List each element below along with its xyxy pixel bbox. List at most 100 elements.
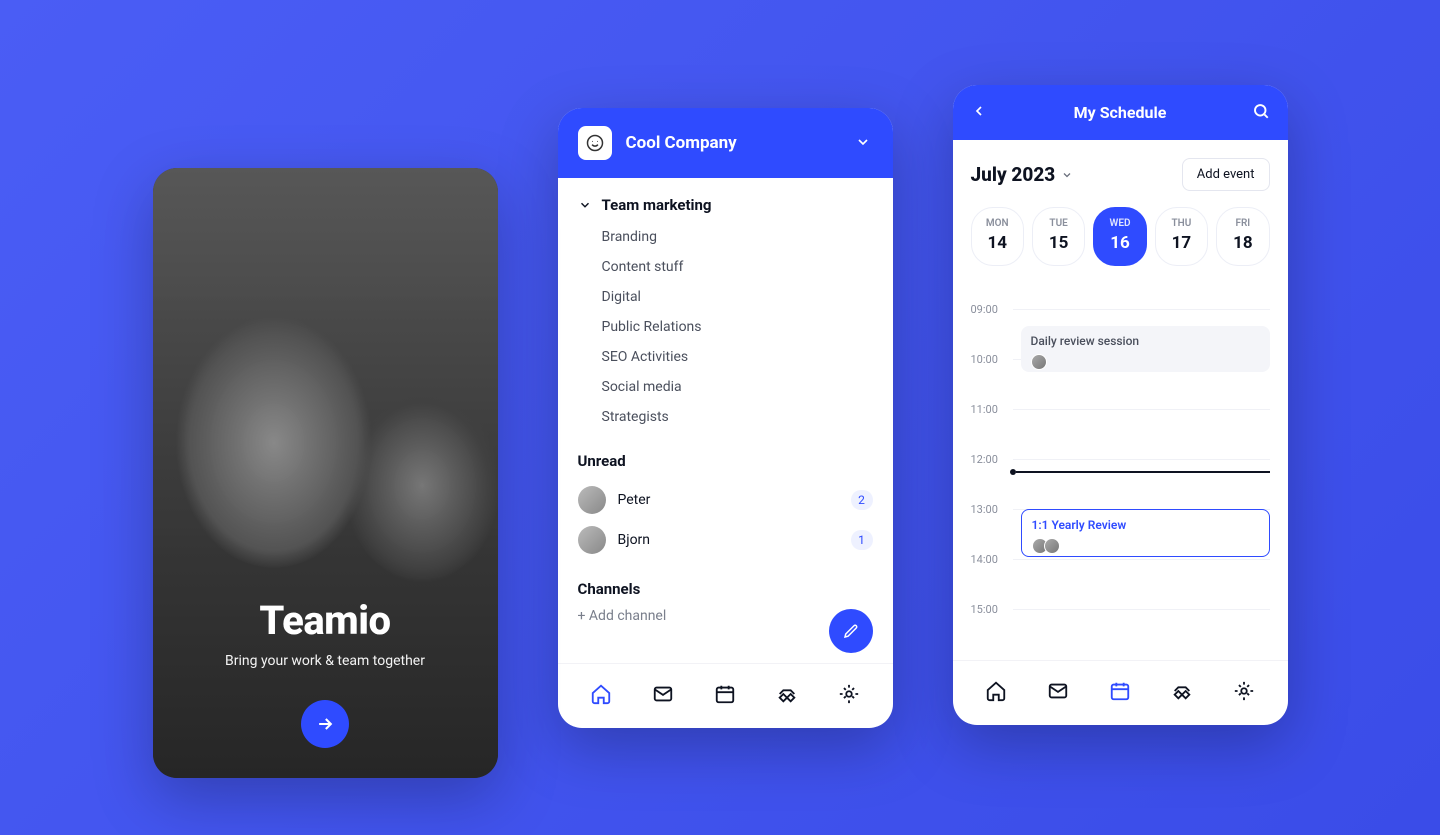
- avatar: [578, 486, 606, 514]
- arrow-right-icon: [315, 714, 335, 734]
- day-of-week: FRI: [1217, 218, 1268, 229]
- channels-section-title: Channels: [578, 580, 873, 598]
- group-title: Team marketing: [602, 196, 712, 214]
- day-number: 18: [1217, 233, 1268, 253]
- day-number: 17: [1156, 233, 1207, 253]
- mail-icon: [652, 683, 674, 705]
- schedule-header: My Schedule: [953, 85, 1288, 140]
- mail-icon: [1047, 680, 1069, 702]
- app-title: Teamio: [183, 597, 468, 644]
- channel-item[interactable]: Strategists: [602, 402, 873, 432]
- nav-deals[interactable]: [1162, 675, 1202, 707]
- schedule-title: My Schedule: [1074, 103, 1167, 122]
- avatar: [1044, 538, 1060, 554]
- day-pill-thu[interactable]: THU 17: [1155, 207, 1208, 266]
- back-button[interactable]: [971, 103, 987, 123]
- unread-name: Peter: [618, 492, 839, 508]
- time-label: 12:00: [971, 453, 1013, 466]
- group-team-marketing[interactable]: Team marketing: [578, 196, 873, 214]
- event-attendees: [1032, 538, 1259, 554]
- company-header[interactable]: Cool Company: [558, 108, 893, 178]
- day-pill-mon[interactable]: MON 14: [971, 207, 1024, 266]
- day-number: 15: [1033, 233, 1084, 253]
- time-label: 14:00: [971, 553, 1013, 566]
- pencil-icon: [842, 622, 860, 640]
- day-of-week: TUE: [1033, 218, 1084, 229]
- chevron-down-icon: [578, 198, 592, 212]
- time-row: 11:00: [971, 384, 1270, 434]
- nav-calendar[interactable]: [1100, 675, 1140, 707]
- add-channel-button[interactable]: + Add channel: [578, 608, 873, 624]
- chevron-down-icon: [1061, 169, 1073, 181]
- unread-count-badge: 1: [851, 530, 873, 550]
- timeline[interactable]: 09:00 10:00 11:00 12:00 13:00 14:00 15:0…: [971, 284, 1270, 660]
- day-of-week: THU: [1156, 218, 1207, 229]
- time-label: 10:00: [971, 353, 1013, 366]
- continue-button[interactable]: [301, 700, 349, 748]
- channel-item[interactable]: SEO Activities: [602, 342, 873, 372]
- company-name: Cool Company: [626, 133, 841, 153]
- day-pill-fri[interactable]: FRI 18: [1216, 207, 1269, 266]
- onboarding-screen: Teamio Bring your work & team together: [153, 168, 498, 778]
- unread-item[interactable]: Peter 2: [578, 480, 873, 520]
- schedule-screen: My Schedule July 2023 Add event MON 14 T…: [953, 85, 1288, 725]
- month-picker[interactable]: July 2023: [971, 163, 1074, 186]
- unread-section-title: Unread: [578, 452, 873, 470]
- bottom-nav: [558, 663, 893, 728]
- nav-deals[interactable]: [767, 678, 807, 710]
- home-icon: [985, 680, 1007, 702]
- app-subtitle: Bring your work & team together: [183, 652, 468, 672]
- time-label: 13:00: [971, 503, 1013, 516]
- nav-messages[interactable]: [643, 678, 683, 710]
- day-strip: MON 14 TUE 15 WED 16 THU 17 FRI 18: [971, 207, 1270, 266]
- channel-item[interactable]: Public Relations: [602, 312, 873, 342]
- channels-body: Team marketing Branding Content stuff Di…: [558, 178, 893, 663]
- handshake-icon: [776, 683, 798, 705]
- onboard-content: Teamio Bring your work & team together: [153, 597, 498, 748]
- home-icon: [590, 683, 612, 705]
- gear-icon: [838, 683, 860, 705]
- nav-calendar[interactable]: [705, 678, 745, 710]
- time-label: 15:00: [971, 603, 1013, 616]
- calendar-icon: [714, 683, 736, 705]
- chevron-down-icon: [855, 134, 871, 150]
- schedule-body: July 2023 Add event MON 14 TUE 15 WED 16…: [953, 140, 1288, 660]
- nav-messages[interactable]: [1038, 675, 1078, 707]
- day-pill-wed[interactable]: WED 16: [1093, 207, 1146, 266]
- nav-settings[interactable]: [829, 678, 869, 710]
- smile-icon: [585, 133, 605, 153]
- compose-fab[interactable]: [829, 609, 873, 653]
- handshake-icon: [1171, 680, 1193, 702]
- current-time-indicator: [971, 469, 1270, 475]
- search-button[interactable]: [1252, 102, 1270, 124]
- group-items: Branding Content stuff Digital Public Re…: [578, 222, 873, 432]
- event-title: Daily review session: [1031, 334, 1260, 348]
- avatar: [578, 526, 606, 554]
- company-logo: [578, 126, 612, 160]
- nav-home[interactable]: [976, 675, 1016, 707]
- event-attendees: [1031, 354, 1260, 370]
- time-label: 09:00: [971, 303, 1013, 316]
- event-yearly-review[interactable]: 1:1 Yearly Review: [1021, 509, 1270, 557]
- unread-count-badge: 2: [851, 490, 873, 510]
- channel-item[interactable]: Digital: [602, 282, 873, 312]
- event-daily-review[interactable]: Daily review session: [1021, 326, 1270, 372]
- calendar-icon: [1109, 680, 1131, 702]
- time-row: 12:00: [971, 434, 1270, 484]
- month-row: July 2023 Add event: [971, 158, 1270, 191]
- channel-item[interactable]: Branding: [602, 222, 873, 252]
- company-dropdown[interactable]: [855, 134, 873, 152]
- search-icon: [1252, 102, 1270, 120]
- nav-home[interactable]: [581, 678, 621, 710]
- gear-icon: [1233, 680, 1255, 702]
- avatar: [1031, 354, 1047, 370]
- day-number: 16: [1094, 233, 1145, 253]
- nav-settings[interactable]: [1224, 675, 1264, 707]
- unread-item[interactable]: Bjorn 1: [578, 520, 873, 560]
- day-pill-tue[interactable]: TUE 15: [1032, 207, 1085, 266]
- day-of-week: WED: [1094, 218, 1145, 229]
- time-row: 15:00: [971, 584, 1270, 634]
- add-event-button[interactable]: Add event: [1182, 158, 1270, 191]
- channel-item[interactable]: Social media: [602, 372, 873, 402]
- channel-item[interactable]: Content stuff: [602, 252, 873, 282]
